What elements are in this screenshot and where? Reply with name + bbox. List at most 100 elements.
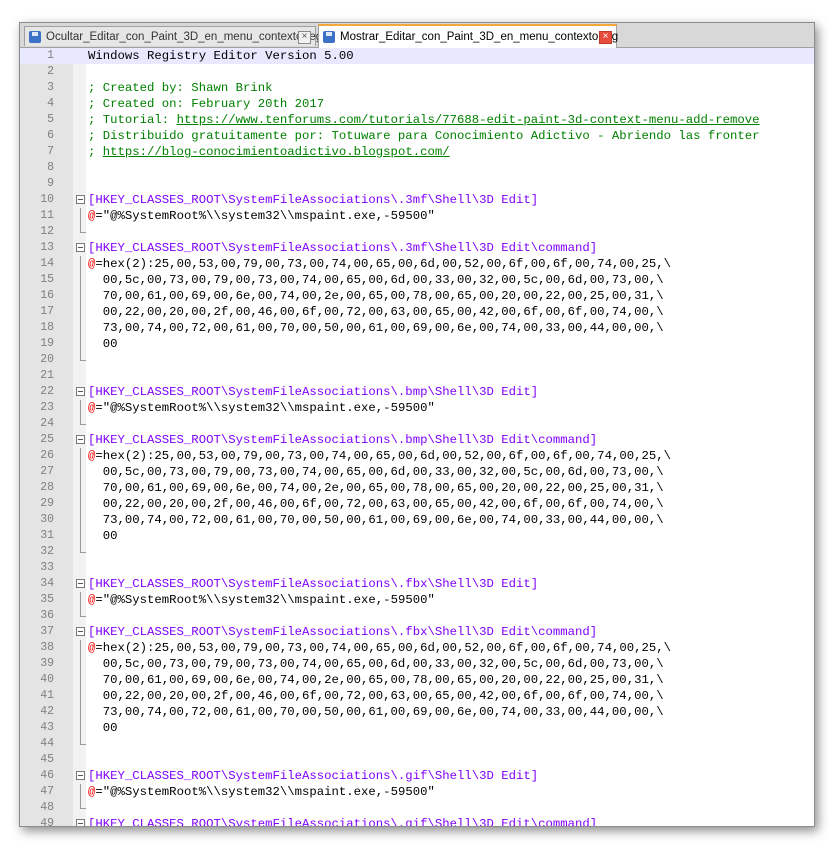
code-line[interactable]: 45 xyxy=(20,752,814,768)
code-line[interactable]: 11 @="@%SystemRoot%\\system32\\mspaint.ex… xyxy=(20,208,814,224)
code-text: 00 xyxy=(88,336,118,352)
code-text: [HKEY_CLASSES_ROOT\SystemFileAssociation… xyxy=(88,576,538,592)
code-line[interactable]: 43 00 xyxy=(20,720,814,736)
code-line[interactable]: 5 ; Tutorial: https://www.tenforums.com/t… xyxy=(20,112,814,128)
code-line[interactable]: 42 73,00,74,00,72,00,61,00,70,00,50,00,6… xyxy=(20,704,814,720)
code-line[interactable]: 10 [HKEY_CLASSES_ROOT\SystemFileAssociati… xyxy=(20,192,814,208)
code-line[interactable]: 19 00 xyxy=(20,336,814,352)
code-line[interactable]: 22 [HKEY_CLASSES_ROOT\SystemFileAssociati… xyxy=(20,384,814,400)
code-line[interactable]: 3 ; Created by: Shawn Brink xyxy=(20,80,814,96)
comment-link[interactable]: https://blog-conocimientoadictivo.blogsp… xyxy=(103,145,450,159)
code-line[interactable]: 26 @=hex(2):25,00,53,00,79,00,73,00,74,00… xyxy=(20,448,814,464)
registry-key: [HKEY_CLASSES_ROOT\SystemFileAssociation… xyxy=(88,193,539,207)
tab-mostrar-file[interactable]: Mostrar_Editar_con_Paint_3D_en_menu_cont… xyxy=(318,24,618,48)
code-line[interactable]: 20 xyxy=(20,352,814,368)
code-line[interactable]: 39 00,5c,00,73,00,79,00,73,00,74,00,65,0… xyxy=(20,656,814,672)
code-line[interactable]: 16 70,00,61,00,69,00,6e,00,74,00,2e,00,6… xyxy=(20,288,814,304)
code-line[interactable]: 31 00 xyxy=(20,528,814,544)
code-line[interactable]: 21 xyxy=(20,368,814,384)
fold-guide xyxy=(75,96,88,112)
floppy-disk-icon xyxy=(29,31,41,43)
line-number: 21 xyxy=(40,369,54,382)
code-line[interactable]: 15 00,5c,00,73,00,79,00,73,00,74,00,65,0… xyxy=(20,272,814,288)
code-line[interactable]: 17 00,22,00,20,00,2f,00,46,00,6f,00,72,0… xyxy=(20,304,814,320)
code-line[interactable]: 13 [HKEY_CLASSES_ROOT\SystemFileAssociati… xyxy=(20,240,814,256)
code-text: 00,5c,00,73,00,79,00,73,00,74,00,65,00,6… xyxy=(88,464,664,480)
fold-minus-icon[interactable] xyxy=(75,816,88,826)
code-line[interactable]: 48 xyxy=(20,800,814,816)
registry-value-continuation: 00 xyxy=(88,721,118,735)
registry-key: [HKEY_CLASSES_ROOT\SystemFileAssociation… xyxy=(88,385,539,399)
code-line[interactable]: 2 xyxy=(20,64,814,80)
code-line[interactable]: 24 xyxy=(20,416,814,432)
close-icon[interactable]: × xyxy=(599,31,612,44)
fold-minus-icon[interactable] xyxy=(75,240,88,256)
fold-guide xyxy=(75,352,88,368)
code-line[interactable]: 30 73,00,74,00,72,00,61,00,70,00,50,00,6… xyxy=(20,512,814,528)
code-line[interactable]: 37 [HKEY_CLASSES_ROOT\SystemFileAssociati… xyxy=(20,624,814,640)
registry-key: [HKEY_CLASSES_ROOT\SystemFileAssociation… xyxy=(88,817,598,826)
line-number: 29 xyxy=(40,497,54,510)
registry-value-continuation: 00,22,00,20,00,2f,00,46,00,6f,00,72,00,6… xyxy=(88,689,664,703)
line-number: 48 xyxy=(40,801,54,814)
code-line[interactable]: 4 ; Created on: February 20th 2017 xyxy=(20,96,814,112)
code-text: [HKEY_CLASSES_ROOT\SystemFileAssociation… xyxy=(88,624,597,640)
fold-minus-icon[interactable] xyxy=(75,768,88,784)
code-line[interactable]: 18 73,00,74,00,72,00,61,00,70,00,50,00,6… xyxy=(20,320,814,336)
code-line[interactable]: 12 xyxy=(20,224,814,240)
comment-link[interactable]: https://www.tenforums.com/tutorials/7768… xyxy=(177,113,760,127)
code-text: [HKEY_CLASSES_ROOT\SystemFileAssociation… xyxy=(88,384,538,400)
code-line[interactable]: 7; https://blog-conocimientoadictivo.blo… xyxy=(20,144,814,160)
code-text: 73,00,74,00,72,00,61,00,70,00,50,00,61,0… xyxy=(88,704,664,720)
code-line[interactable]: 28 70,00,61,00,69,00,6e,00,74,00,2e,00,6… xyxy=(20,480,814,496)
line-number: 8 xyxy=(47,161,54,174)
fold-guide xyxy=(75,320,88,336)
fold-guide xyxy=(75,368,88,384)
code-line[interactable]: 38 @=hex(2):25,00,53,00,79,00,73,00,74,00… xyxy=(20,640,814,656)
code-line[interactable]: 35 @="@%SystemRoot%\\system32\\mspaint.ex… xyxy=(20,592,814,608)
code-line[interactable]: 44 xyxy=(20,736,814,752)
fold-guide xyxy=(75,608,88,624)
fold-minus-icon[interactable] xyxy=(75,432,88,448)
code-line[interactable]: 34 [HKEY_CLASSES_ROOT\SystemFileAssociati… xyxy=(20,576,814,592)
code-line[interactable]: 1 Windows Registry Editor Version 5.00 xyxy=(20,48,814,64)
fold-minus-icon[interactable] xyxy=(75,624,88,640)
code-line[interactable]: 23 @="@%SystemRoot%\\system32\\mspaint.ex… xyxy=(20,400,814,416)
code-line[interactable]: 32 xyxy=(20,544,814,560)
code-line[interactable]: 40 70,00,61,00,69,00,6e,00,74,00,2e,00,6… xyxy=(20,672,814,688)
close-icon[interactable]: × xyxy=(298,31,311,44)
line-number: 12 xyxy=(40,225,54,238)
line-number: 11 xyxy=(40,209,54,222)
tab-ocultar-file[interactable]: Ocultar_Editar_con_Paint_3D_en_menu_cont… xyxy=(24,26,322,46)
code-text: [HKEY_CLASSES_ROOT\SystemFileAssociation… xyxy=(88,768,538,784)
code-text: ; https://blog-conocimientoadictivo.blog… xyxy=(88,144,450,160)
code-line[interactable]: 29 00,22,00,20,00,2f,00,46,00,6f,00,72,0… xyxy=(20,496,814,512)
line-number: 14 xyxy=(40,257,54,270)
line-number: 1 xyxy=(47,49,54,62)
code-line[interactable]: 27 00,5c,00,73,00,79,00,73,00,74,00,65,0… xyxy=(20,464,814,480)
code-line[interactable]: 9 xyxy=(20,176,814,192)
editor-area[interactable]: 1 Windows Registry Editor Version 5.00 2 3;… xyxy=(20,48,814,826)
code-line[interactable]: 47 @="@%SystemRoot%\\system32\\mspaint.ex… xyxy=(20,784,814,800)
line-number: 46 xyxy=(40,769,54,782)
code-line[interactable]: 14 @=hex(2):25,00,53,00,79,00,73,00,74,00… xyxy=(20,256,814,272)
registry-value-continuation: 73,00,74,00,72,00,61,00,70,00,50,00,61,0… xyxy=(88,321,664,335)
code-line[interactable]: 6 ; Distribuido gratuitamente por: Totuwa… xyxy=(20,128,814,144)
code-line[interactable]: 46 [HKEY_CLASSES_ROOT\SystemFileAssociati… xyxy=(20,768,814,784)
fold-minus-icon[interactable] xyxy=(75,384,88,400)
line-number: 2 xyxy=(47,65,54,78)
code-line[interactable]: 41 00,22,00,20,00,2f,00,46,00,6f,00,72,0… xyxy=(20,688,814,704)
registry-value-continuation: 00,22,00,20,00,2f,00,46,00,6f,00,72,00,6… xyxy=(88,305,664,319)
code-line[interactable]: 33 xyxy=(20,560,814,576)
code-line[interactable]: 36 xyxy=(20,608,814,624)
fold-minus-icon[interactable] xyxy=(75,192,88,208)
code-line[interactable]: 49 [HKEY_CLASSES_ROOT\SystemFileAssociati… xyxy=(20,816,814,826)
registry-value-continuation: 00,5c,00,73,00,79,00,73,00,74,00,65,00,6… xyxy=(88,273,664,287)
code-text: [HKEY_CLASSES_ROOT\SystemFileAssociation… xyxy=(88,240,597,256)
fold-minus-icon[interactable] xyxy=(75,576,88,592)
code-line[interactable]: 8 xyxy=(20,160,814,176)
fold-guide xyxy=(75,176,88,192)
code-text: 00,22,00,20,00,2f,00,46,00,6f,00,72,00,6… xyxy=(88,688,664,704)
fold-guide xyxy=(75,496,88,512)
code-line[interactable]: 25 [HKEY_CLASSES_ROOT\SystemFileAssociati… xyxy=(20,432,814,448)
